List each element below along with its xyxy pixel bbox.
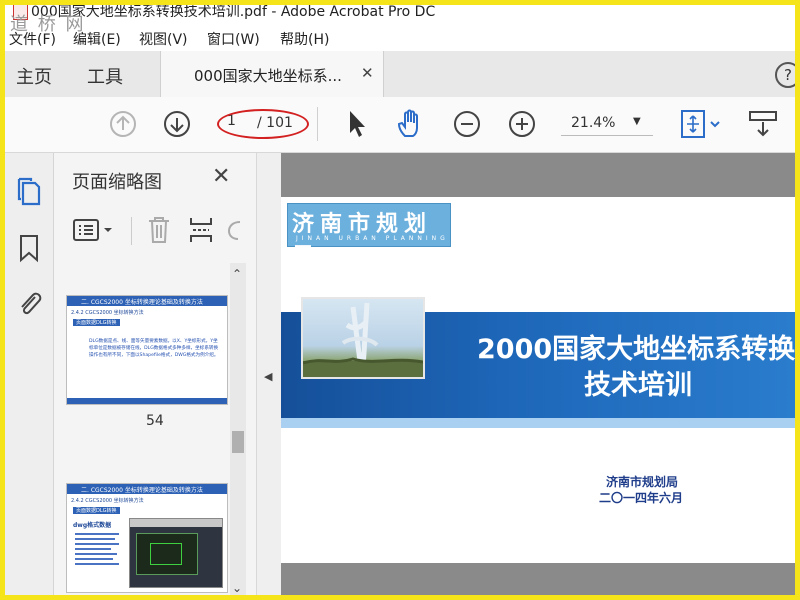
document-title-line1: 2000国家大地坐标系转换	[477, 334, 795, 365]
menu-help[interactable]: 帮助(H)	[280, 29, 329, 49]
panel-title: 页面缩略图	[72, 172, 162, 193]
thumbnail-subtitle: 2.4.2 CGCS2000 坐标转换方法	[71, 498, 144, 504]
extract-page-icon[interactable]	[189, 215, 213, 245]
document-date: 二〇一四年六月	[599, 491, 684, 505]
title-bar: 000国家大地坐标系转换技术培训.pdf - Adobe Acrobat Pro…	[5, 0, 795, 22]
thumbnail-footer	[67, 398, 227, 404]
thumbnail-header: 二. CGCS2000 坐标转换理论基础及转换方法	[67, 484, 227, 494]
window-title: 000国家大地坐标系转换技术培训.pdf - Adobe Acrobat Pro…	[31, 4, 436, 20]
monument-photo	[301, 297, 425, 379]
select-cursor-icon[interactable]	[346, 109, 368, 139]
thumbnail-header-text: 二. CGCS2000 坐标转换理论基础及转换方法	[81, 299, 203, 306]
thumbnail-subtitle: 2.4.2 CGCS2000 坐标转换方法	[71, 310, 144, 316]
tab-document-label: 000国家大地坐标系...	[194, 67, 342, 85]
toolbar: 1 / 101 21.4% ▼	[5, 97, 795, 153]
zoom-in-icon[interactable]	[508, 110, 536, 138]
toolbar-separator	[317, 107, 318, 141]
thumbnail-header-text: 二. CGCS2000 坐标转换理论基础及转换方法	[81, 487, 203, 494]
zoom-out-icon[interactable]	[453, 110, 481, 138]
toolbar-separator	[131, 217, 132, 245]
navigation-pane-strip	[5, 153, 54, 600]
close-panel-icon[interactable]: ✕	[212, 164, 230, 189]
thumbnail-chip: 页面数据DLG转换	[73, 507, 120, 514]
scroll-up-icon[interactable]: ⌃	[232, 267, 242, 281]
delete-page-icon[interactable]	[146, 215, 172, 245]
read-mode-icon[interactable]	[747, 109, 779, 139]
thumbnail-chip: 页面数据DLG转换	[73, 319, 120, 326]
zoom-value: 21.4%	[571, 115, 616, 131]
page-thumbnails-icon[interactable]	[15, 175, 43, 207]
help-icon[interactable]: ?	[775, 62, 800, 88]
thumbnail-page-55[interactable]: 二. CGCS2000 坐标转换理论基础及转换方法 2.4.2 CGCS2000…	[66, 483, 228, 593]
document-title-line2: 技术培训	[584, 370, 692, 401]
thumbnail-body: DLG数据是点、线、面等矢量要素数据，以X、Y坐标形式，Y坐标单位是数据被存储在…	[89, 339, 219, 358]
jinan-planning-logo: 济南市规划局 JINAN URBAN PLANNING	[287, 203, 451, 269]
tab-document[interactable]: 000国家大地坐标系... ✕	[160, 51, 384, 97]
close-tab-icon[interactable]: ✕	[361, 64, 374, 82]
pdf-page: 济南市规划局 JINAN URBAN PLANNING 2000国家大地坐标系转…	[281, 197, 795, 563]
watermark: 道 桥 网	[10, 14, 86, 35]
previous-page-icon[interactable]	[109, 110, 137, 138]
banner-stripe	[281, 418, 795, 428]
scrollbar-thumb[interactable]	[232, 431, 244, 453]
bookmark-icon[interactable]	[17, 233, 41, 263]
collapse-left-icon: ◀	[264, 370, 273, 383]
zoom-dropdown[interactable]: 21.4% ▼	[561, 113, 653, 136]
next-page-icon[interactable]	[163, 110, 191, 138]
menu-view[interactable]: 视图(V)	[139, 29, 188, 49]
options-menu-icon[interactable]	[72, 217, 116, 243]
monument-sculpture	[303, 302, 423, 377]
fit-page-icon[interactable]	[680, 109, 726, 139]
logo-english: JINAN URBAN PLANNING	[296, 235, 449, 242]
thumbnail-text-block	[75, 530, 123, 580]
page-gap	[281, 563, 795, 600]
tab-home[interactable]: 主页	[16, 63, 52, 89]
collapse-pane-handle[interactable]: ◀	[256, 153, 282, 600]
menu-window[interactable]: 窗口(W)	[207, 29, 260, 49]
tab-bar: 主页 工具 000国家大地坐标系... ✕ ?	[5, 51, 800, 98]
page-thumbnails-panel: 页面缩略图 ✕ ⌃ ⌄ 二. CGCS2000 坐标转换理论基础及转换方法 2.…	[54, 153, 256, 600]
scroll-down-icon[interactable]: ⌄	[232, 581, 242, 595]
thumbnail-body: dwg格式数据	[73, 522, 112, 529]
menu-bar: 文件(F) 编辑(E) 视图(V) 窗口(W) 帮助(H)	[5, 27, 795, 49]
thumbnail-toolbar	[54, 205, 256, 255]
tab-tools[interactable]: 工具	[87, 63, 123, 89]
rotate-page-icon[interactable]	[226, 217, 244, 243]
thumbnail-header: 二. CGCS2000 坐标转换理论基础及转换方法	[67, 296, 227, 306]
annotation-oval	[217, 109, 309, 139]
chevron-down-icon: ▼	[633, 116, 641, 127]
document-view[interactable]: 济南市规划局 JINAN URBAN PLANNING 2000国家大地坐标系转…	[281, 153, 795, 600]
hand-tool-icon[interactable]	[396, 108, 426, 140]
thumbnail-cad-screenshot	[129, 518, 223, 588]
thumbnail-page-number: 54	[146, 413, 164, 429]
attachment-icon[interactable]	[15, 287, 43, 319]
document-organization: 济南市规划局	[606, 475, 679, 489]
thumbnail-page-54[interactable]: 二. CGCS2000 坐标转换理论基础及转换方法 2.4.2 CGCS2000…	[66, 295, 228, 405]
